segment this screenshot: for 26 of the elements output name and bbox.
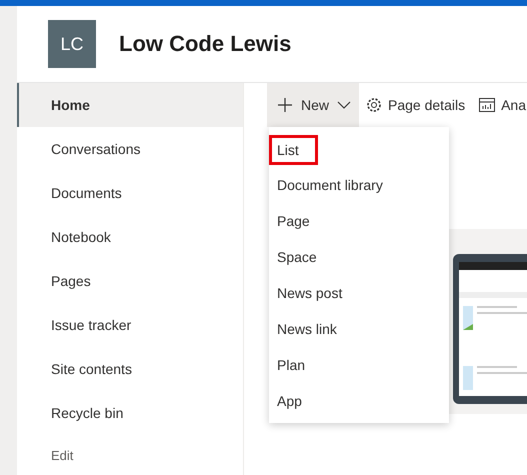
menu-item[interactable]: Page (269, 203, 449, 239)
nav-item[interactable]: Recycle bin (17, 391, 243, 435)
nav-item[interactable]: Documents (17, 171, 243, 215)
menu-item[interactable]: List (269, 135, 318, 165)
menu-item[interactable]: News post (269, 275, 449, 311)
nav-item[interactable]: Conversations (17, 127, 243, 171)
menu-item[interactable]: Space (269, 239, 449, 275)
edit-link[interactable]: Edit (17, 435, 243, 475)
site-logo: LC (48, 20, 96, 68)
nav-item[interactable]: Site contents (17, 347, 243, 391)
menu-item[interactable]: Plan (269, 347, 449, 383)
chart-icon (479, 98, 496, 112)
menu-item[interactable]: Document library (269, 167, 449, 203)
site-title: Low Code Lewis (119, 31, 292, 57)
menu-item[interactable]: News link (269, 311, 449, 347)
nav-item[interactable]: Home (17, 83, 243, 127)
new-button[interactable]: New (267, 83, 360, 127)
menu-item[interactable]: App (269, 383, 449, 419)
analytics-button[interactable]: Ana (472, 83, 527, 127)
nav-item[interactable]: Pages (17, 259, 243, 303)
chevron-down-icon (337, 101, 352, 109)
plus-icon (277, 97, 293, 113)
page-details-button[interactable]: Page details (359, 83, 472, 127)
nav-item[interactable]: Notebook (17, 215, 243, 259)
nav-item[interactable]: Issue tracker (17, 303, 243, 347)
settings-icon (366, 97, 382, 113)
